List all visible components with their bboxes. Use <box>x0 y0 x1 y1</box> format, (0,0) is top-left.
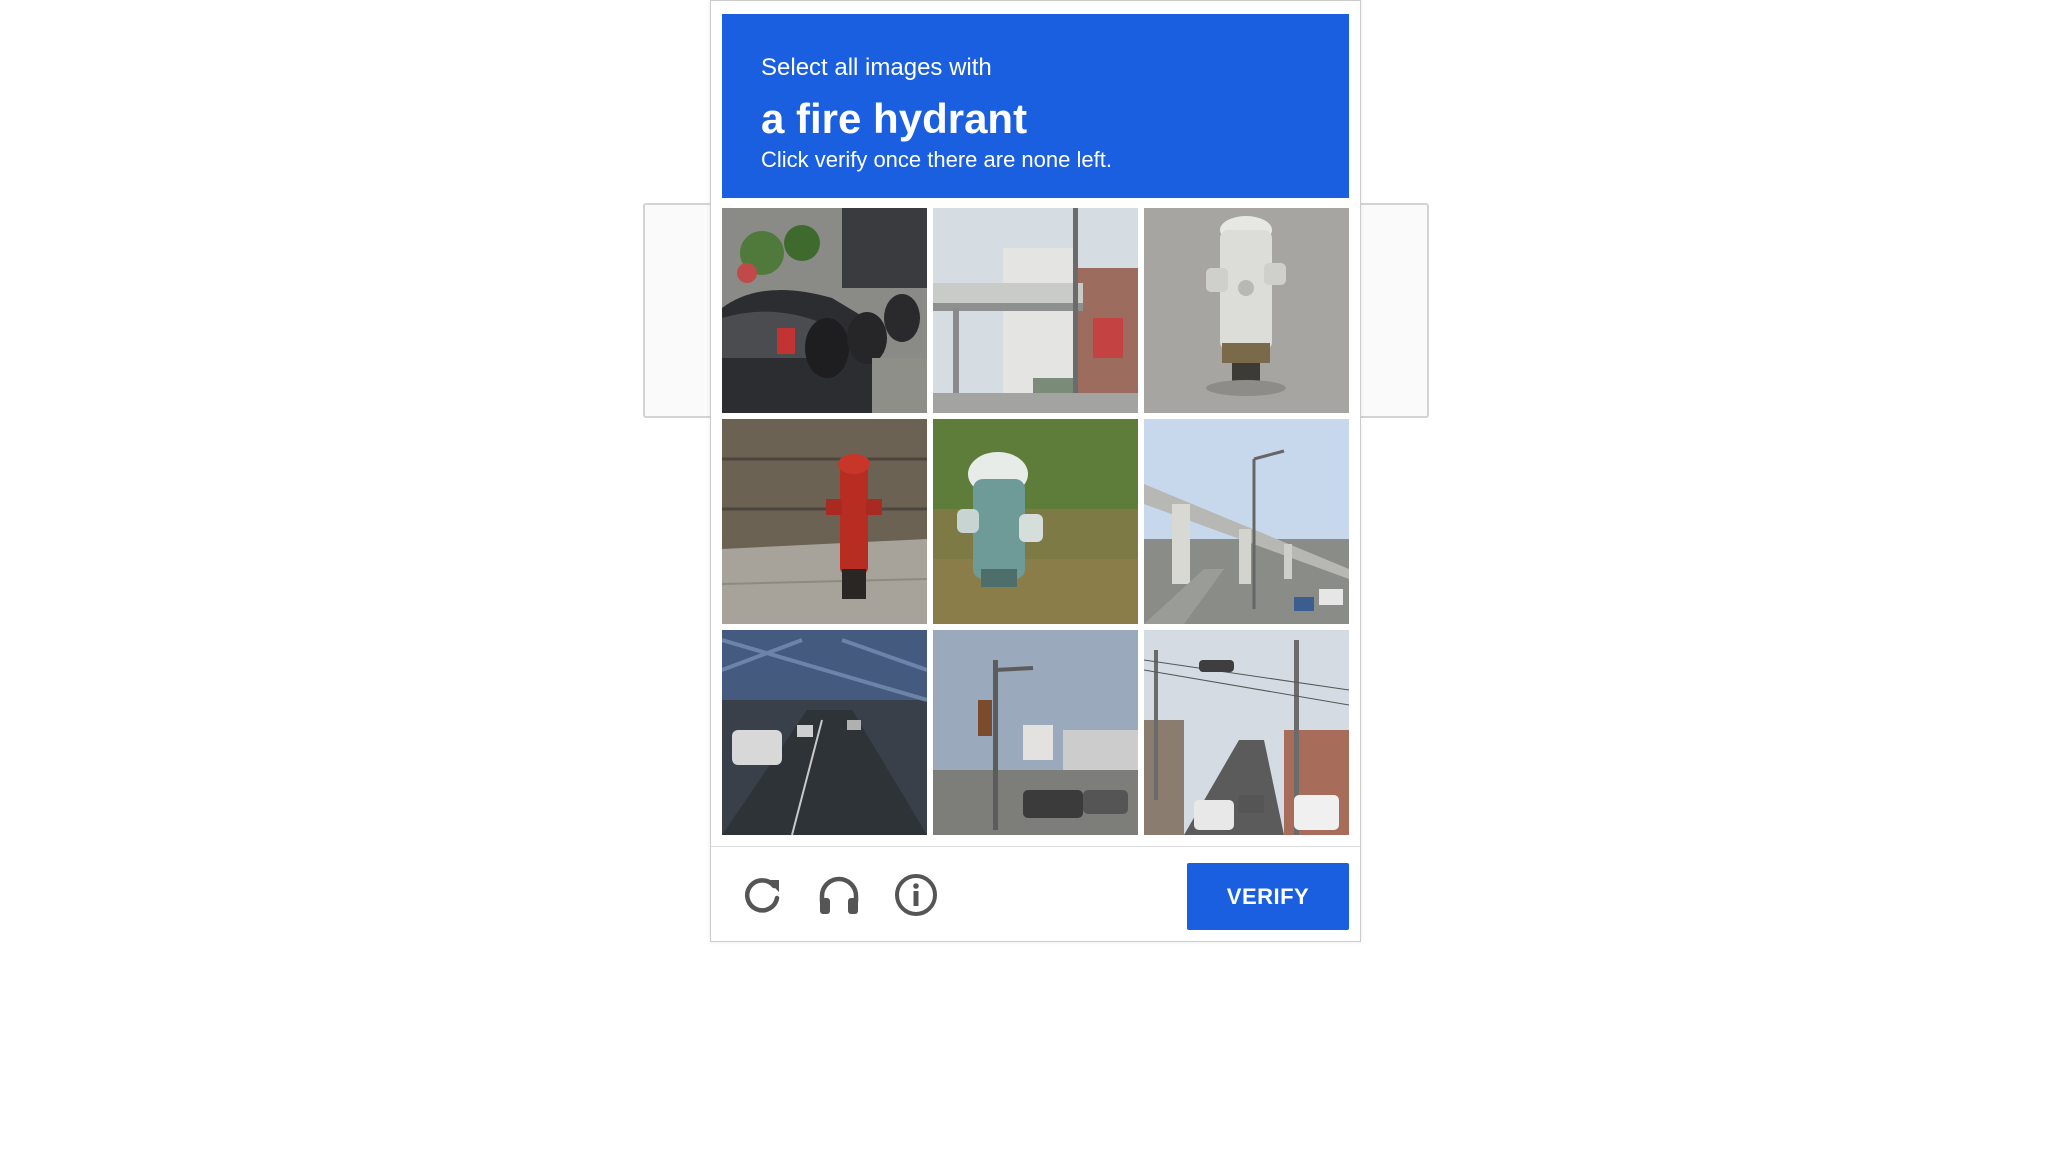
tile-image-road-bridge <box>722 630 927 835</box>
verify-button[interactable]: VERIFY <box>1187 863 1349 930</box>
tile-image-teal-hydrant <box>933 419 1138 624</box>
tile-image-red-hydrant <box>722 419 927 624</box>
tile-image-overpass <box>933 208 1138 413</box>
tile-image-elevated-highway <box>1144 419 1349 624</box>
image-tile-8[interactable] <box>933 630 1138 835</box>
image-tile-5[interactable] <box>933 419 1138 624</box>
target-object-label: a fire hydrant <box>761 95 1028 142</box>
instruction-prefix: Select all images with <box>761 54 992 81</box>
image-tile-2[interactable] <box>933 208 1138 413</box>
headphones-icon[interactable] <box>816 872 862 918</box>
captcha-challenge-popup: Select all images with a fire hydrant Cl… <box>710 0 1361 942</box>
image-tile-4[interactable] <box>722 419 927 624</box>
image-tile-3[interactable] <box>1144 208 1349 413</box>
info-icon[interactable] <box>893 872 939 918</box>
tile-image-utility-poles <box>1144 630 1349 835</box>
tile-image-white-hydrant <box>1144 208 1349 413</box>
challenge-header: Select all images with a fire hydrant Cl… <box>722 14 1349 198</box>
image-tile-6[interactable] <box>1144 419 1349 624</box>
tile-image-parked-cars <box>722 208 927 413</box>
reload-icon[interactable] <box>739 872 785 918</box>
image-grid <box>722 208 1349 835</box>
challenge-footer: VERIFY <box>711 846 1360 942</box>
instruction-suffix: Click verify once there are none left. <box>761 147 1112 172</box>
tile-image-traffic-light <box>933 630 1138 835</box>
image-tile-7[interactable] <box>722 630 927 835</box>
image-tile-9[interactable] <box>1144 630 1349 835</box>
image-tile-1[interactable] <box>722 208 927 413</box>
